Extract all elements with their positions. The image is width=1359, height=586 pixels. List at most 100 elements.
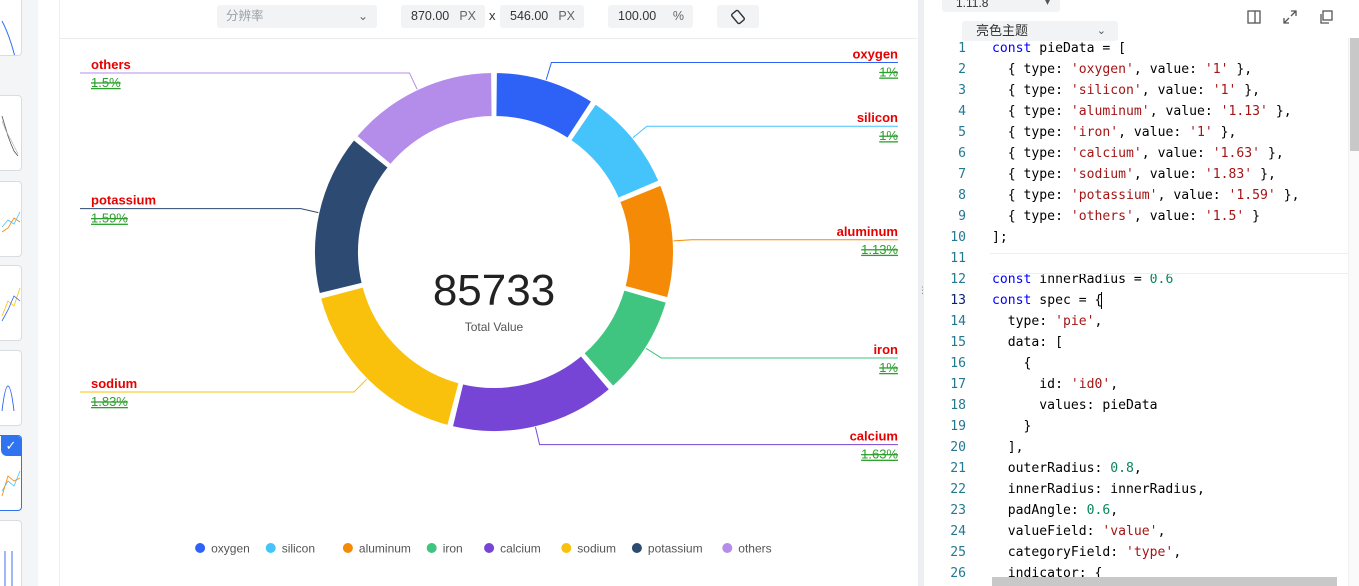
legend-item-silicon[interactable]: silicon xyxy=(265,542,315,556)
code-text: categoryField: 'type', xyxy=(992,545,1182,560)
example-thumbnail[interactable] xyxy=(0,0,22,56)
legend-item-iron[interactable]: iron xyxy=(426,542,463,556)
pie-slice-calcium[interactable] xyxy=(450,353,612,433)
legend-marker xyxy=(265,543,276,553)
code-line[interactable]: 21 outerRadius: 0.8, xyxy=(924,458,1348,479)
example-thumbnail[interactable] xyxy=(0,265,22,341)
resolution-select[interactable]: 分辨率 ⌄ xyxy=(217,5,377,28)
legend-label: silicon xyxy=(282,542,315,556)
fullscreen-icon[interactable] xyxy=(1280,7,1300,27)
legend-item-others[interactable]: others xyxy=(722,542,772,556)
code-text: valueField: 'value', xyxy=(992,524,1166,539)
line-number: 13 xyxy=(950,293,966,308)
code-text: ], xyxy=(992,440,1024,455)
example-thumbnail[interactable] xyxy=(0,520,22,586)
code-line[interactable]: 25 categoryField: 'type', xyxy=(924,542,1348,563)
legend-item-calcium[interactable]: calcium xyxy=(484,542,541,556)
indicator-title: Total Value xyxy=(465,320,524,334)
legend-marker xyxy=(426,543,437,553)
code-line[interactable]: 14 type: 'pie', xyxy=(924,311,1348,332)
code-line[interactable]: 17 id: 'id0', xyxy=(924,374,1348,395)
code-line[interactable]: 23 padAngle: 0.6, xyxy=(924,500,1348,521)
example-thumbnail[interactable] xyxy=(0,350,22,426)
example-thumbnail-selected[interactable]: ✓ xyxy=(0,435,22,511)
code-line[interactable]: 3 { type: 'silicon', value: '1' }, xyxy=(924,80,1348,101)
legend-label: sodium xyxy=(577,542,616,556)
code-line[interactable]: 7 { type: 'sodium', value: '1.83' }, xyxy=(924,164,1348,185)
code-text: { type: 'oxygen', value: '1' }, xyxy=(992,62,1253,77)
code-line[interactable]: 9 { type: 'others', value: '1.5' } xyxy=(924,206,1348,227)
line-number: 23 xyxy=(950,503,966,518)
line-number: 24 xyxy=(950,524,966,539)
legend-label: aluminum xyxy=(359,542,411,556)
legend-item-sodium[interactable]: sodium xyxy=(561,542,616,556)
width-input[interactable]: 870.00 PX xyxy=(401,5,485,28)
zoom-unit: % xyxy=(672,9,684,23)
height-input[interactable]: 546.00 PX xyxy=(500,5,584,28)
code-line[interactable]: 4 { type: 'aluminum', value: '1.13' }, xyxy=(924,101,1348,122)
preview-toolbar: 分辨率 ⌄ 870.00 PX x 546.00 PX 100.00 % xyxy=(60,0,918,39)
code-line[interactable]: 5 { type: 'iron', value: '1' }, xyxy=(924,122,1348,143)
code-line[interactable]: 18 values: pieData xyxy=(924,395,1348,416)
legend-label: potassium xyxy=(648,542,703,556)
legend-marker xyxy=(195,543,206,553)
code-line[interactable]: 19 } xyxy=(924,416,1348,437)
pie-slice-others[interactable] xyxy=(354,70,494,167)
zoom-input[interactable]: 100.00 % xyxy=(608,5,693,28)
slice-label-name: calcium xyxy=(850,429,898,444)
label-leader-line-silicon xyxy=(632,125,898,139)
pie-slice-aluminum[interactable] xyxy=(617,183,675,300)
pie-slice-potassium[interactable] xyxy=(313,137,391,296)
chevron-down-icon: ▾ xyxy=(1044,0,1050,8)
code-text: { type: 'silicon', value: '1' }, xyxy=(992,83,1261,98)
slice-label-name: oxygen xyxy=(852,47,898,62)
code-text: padAngle: 0.6, xyxy=(992,503,1119,518)
legend-item-potassium[interactable]: potassium xyxy=(631,542,703,556)
slice-label-name: silicon xyxy=(857,110,898,125)
code-line[interactable]: 13 const spec = { xyxy=(924,290,1348,311)
code-text: { xyxy=(992,356,1032,371)
label-leader-line-others xyxy=(80,72,418,90)
line-number: 14 xyxy=(950,314,966,329)
line-number: 9 xyxy=(958,209,966,224)
line-number: 10 xyxy=(950,230,966,245)
code-text: { type: 'calcium', value: '1.63' }, xyxy=(992,146,1284,161)
legend-marker xyxy=(631,543,642,553)
legend-item-oxygen[interactable]: oxygen xyxy=(195,542,250,556)
line-number: 20 xyxy=(950,440,966,455)
code-text: outerRadius: 0.8, xyxy=(992,461,1142,476)
code-text: id: 'id0', xyxy=(992,377,1119,392)
code-line[interactable]: 20 ], xyxy=(924,437,1348,458)
code-line[interactable]: 6 { type: 'calcium', value: '1.63' }, xyxy=(924,143,1348,164)
example-thumbnail[interactable] xyxy=(0,181,22,257)
line-number: 7 xyxy=(958,167,966,182)
scrollbar-thumb[interactable] xyxy=(1350,38,1359,151)
code-line[interactable]: 24 valueField: 'value', xyxy=(924,521,1348,542)
split-view-icon[interactable] xyxy=(1244,7,1264,27)
code-area[interactable]: 1 const pieData = [2 { type: 'oxygen', va… xyxy=(924,38,1348,586)
copy-icon[interactable] xyxy=(1316,7,1336,27)
code-text: { type: 'iron', value: '1' }, xyxy=(992,125,1237,140)
code-line[interactable]: 10]; xyxy=(924,227,1348,248)
version-select[interactable]: 1.11.8 ▾ xyxy=(942,0,1060,12)
slice-label-name: sodium xyxy=(91,376,137,391)
line-number: 25 xyxy=(950,545,966,560)
slice-label-value: 1.59% xyxy=(91,211,128,226)
label-leader-line-calcium xyxy=(534,427,898,446)
line-number: 2 xyxy=(958,62,966,77)
horizontal-scrollbar[interactable] xyxy=(992,577,1337,586)
vertical-scrollbar[interactable] xyxy=(1348,38,1359,586)
example-thumbnail[interactable] xyxy=(0,95,22,171)
code-line[interactable]: 15 data: [ xyxy=(924,332,1348,353)
code-line[interactable]: 2 { type: 'oxygen', value: '1' }, xyxy=(924,59,1348,80)
rotate-button[interactable] xyxy=(717,5,759,28)
code-line[interactable]: 8 { type: 'potassium', value: '1.59' }, xyxy=(924,185,1348,206)
slice-label-name: aluminum xyxy=(837,224,898,239)
legend-item-aluminum[interactable]: aluminum xyxy=(342,542,411,556)
legend-label: calcium xyxy=(500,542,541,556)
code-line[interactable]: 22 innerRadius: innerRadius, xyxy=(924,479,1348,500)
line-number: 12 xyxy=(950,272,966,287)
code-line[interactable]: 1 const pieData = [ xyxy=(924,38,1348,59)
code-line[interactable]: 16 { xyxy=(924,353,1348,374)
pie-slice-silicon[interactable] xyxy=(568,101,661,201)
